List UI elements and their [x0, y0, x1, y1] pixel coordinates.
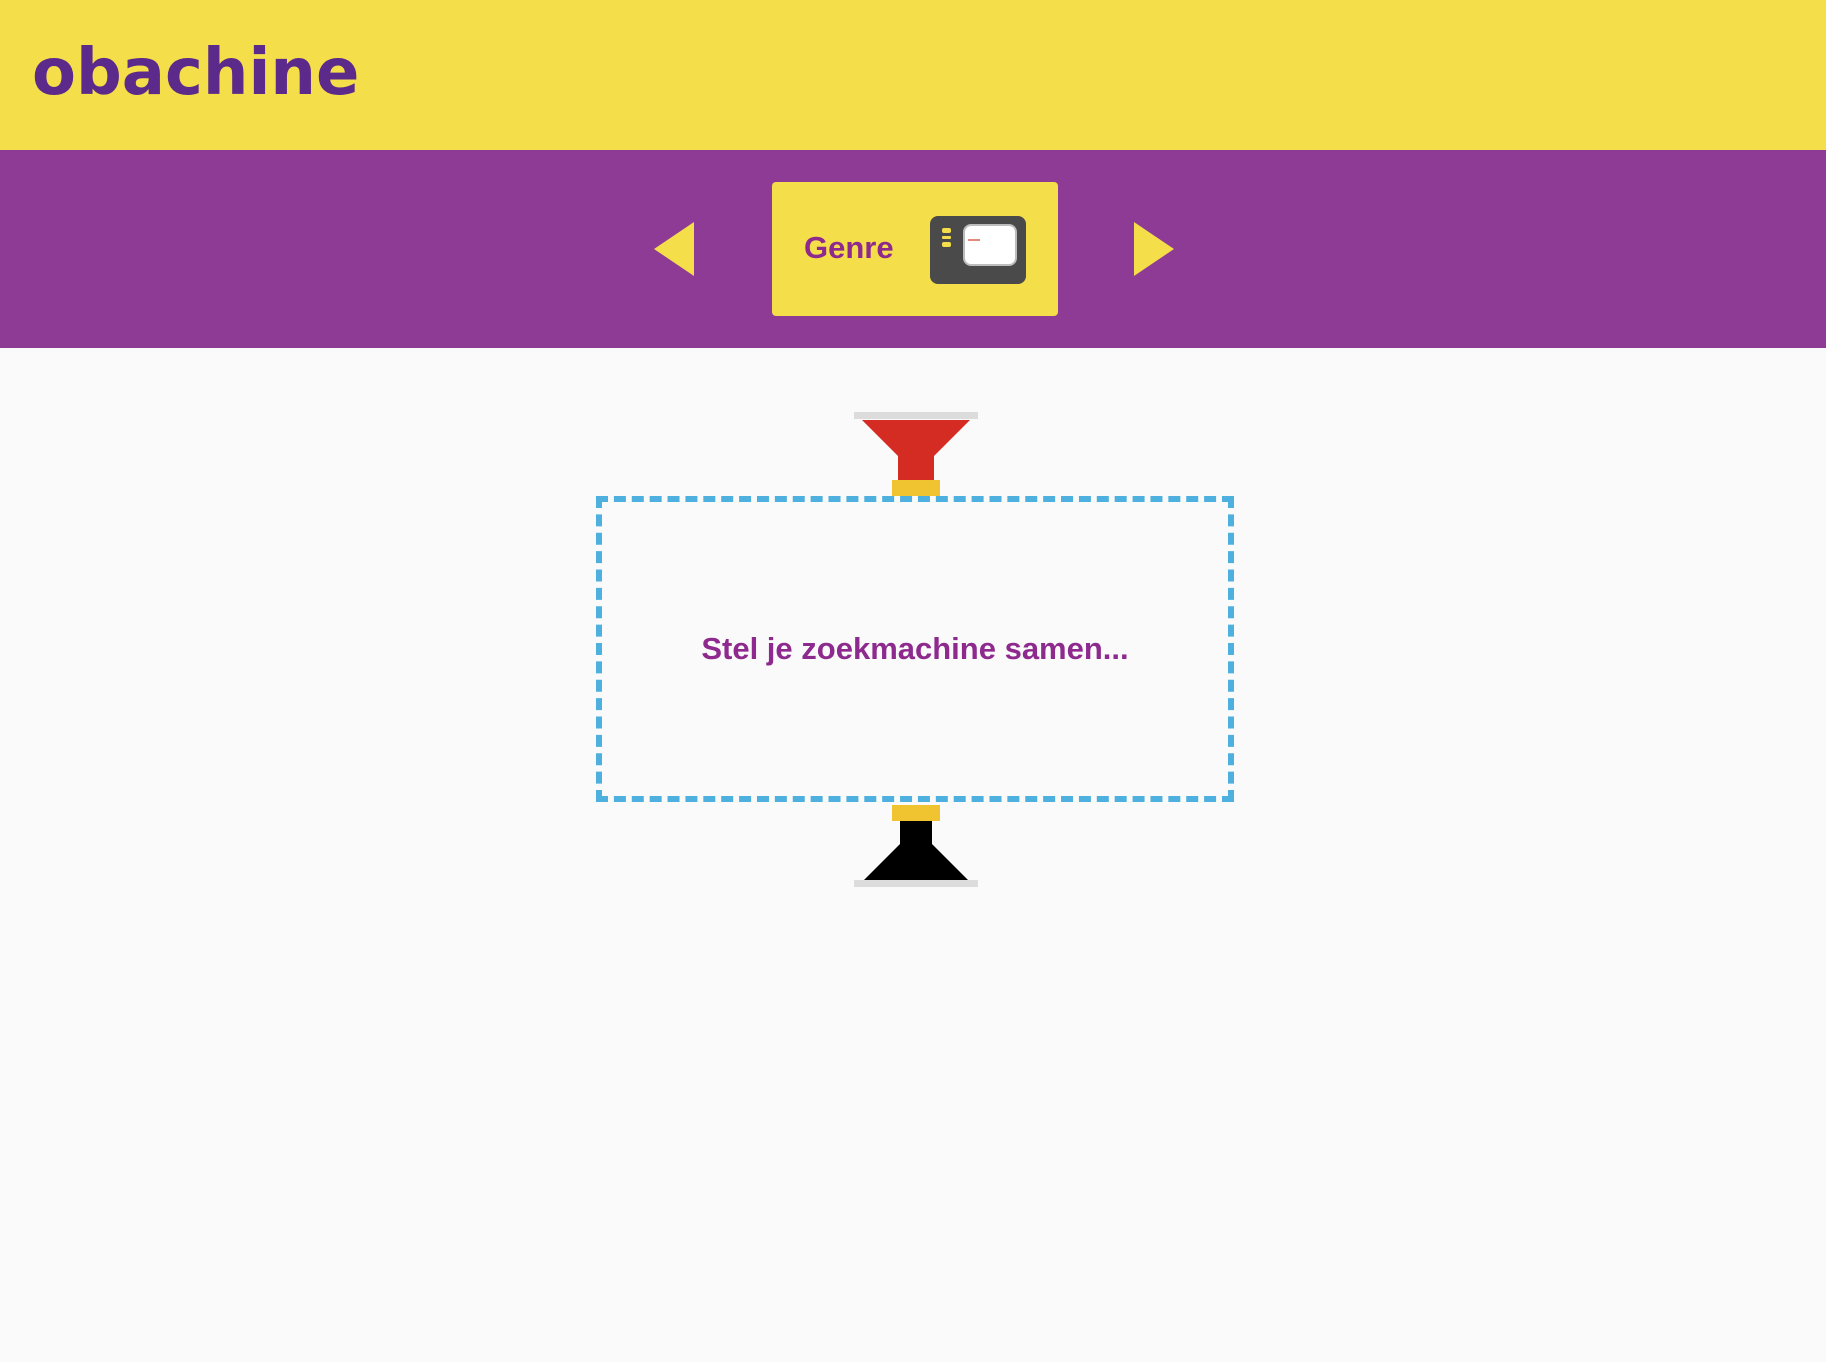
next-module-button[interactable] — [1132, 219, 1178, 279]
app-header: obachine — [0, 0, 1826, 150]
previous-module-button[interactable] — [652, 219, 698, 279]
search-machine-dropzone[interactable]: Stel je zoekmachine samen... — [596, 496, 1234, 802]
triangle-left-icon — [654, 222, 694, 276]
module-card-label: Genre — [804, 230, 894, 265]
black-funnel-icon — [854, 804, 978, 890]
red-funnel-icon — [854, 410, 978, 500]
app-logo[interactable]: obachine — [32, 30, 359, 116]
triangle-right-icon — [1134, 222, 1174, 276]
genre-card-icon — [930, 216, 1026, 284]
module-card-genre[interactable]: Genre — [772, 182, 1058, 316]
dropzone-prompt: Stel je zoekmachine samen... — [701, 631, 1129, 666]
